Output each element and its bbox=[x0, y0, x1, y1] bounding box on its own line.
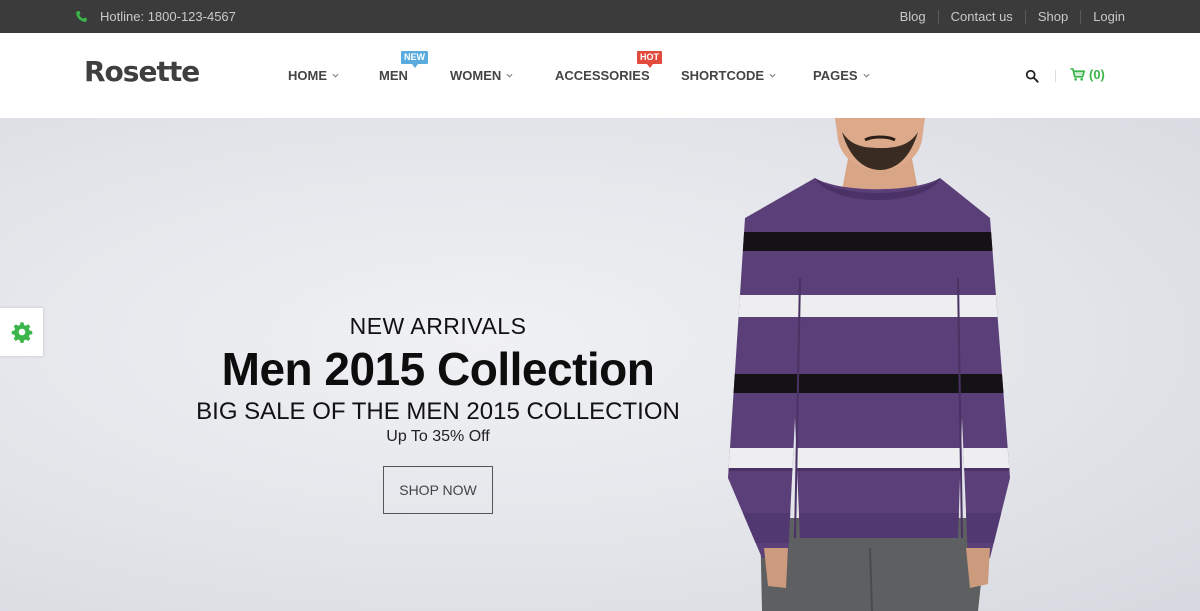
nav-label-accessories: ACCESSORIES bbox=[555, 68, 650, 83]
cart-icon bbox=[1070, 68, 1085, 81]
chevron-down-icon bbox=[332, 73, 339, 78]
hero-offer: Up To 35% Off bbox=[386, 428, 490, 445]
chevron-down-icon bbox=[506, 73, 513, 78]
model-image bbox=[728, 118, 1010, 611]
phone-icon bbox=[76, 10, 88, 22]
hotline-text: Hotline: 1800-123-4567 bbox=[100, 9, 236, 24]
gear-icon bbox=[11, 322, 32, 343]
settings-panel-toggle[interactable] bbox=[0, 308, 43, 356]
chevron-down-icon bbox=[769, 73, 776, 78]
nav-label-shortcode: SHORTCODE bbox=[681, 68, 765, 83]
hotline: Hotline: 1800-123-4567 bbox=[75, 0, 236, 33]
nav-item-accessories[interactable]: ACCESSORIES HOT bbox=[555, 51, 662, 83]
badge-new: NEW bbox=[401, 51, 428, 68]
nav-label-home: HOME bbox=[288, 68, 327, 83]
top-links: Blog Contact us Shop Login bbox=[888, 0, 1125, 33]
chevron-down-icon bbox=[863, 73, 870, 78]
nav-label-women: WOMEN bbox=[450, 68, 502, 83]
top-link-shop[interactable]: Shop bbox=[1024, 9, 1080, 24]
header-divider bbox=[1055, 70, 1056, 82]
nav-item-home[interactable]: HOME bbox=[288, 68, 339, 83]
hero-banner: NEW ARRIVALS Men 2015 Collection BIG SAL… bbox=[0, 118, 1200, 611]
search-icon[interactable] bbox=[1025, 69, 1039, 83]
nav-label-pages: PAGES bbox=[813, 68, 858, 83]
hero-eyebrow: NEW ARRIVALS bbox=[349, 313, 527, 339]
badge-hot: HOT bbox=[637, 51, 662, 68]
nav-item-women[interactable]: WOMEN bbox=[450, 68, 513, 83]
hero-title: Men 2015 Collection bbox=[221, 343, 655, 395]
top-link-blog[interactable]: Blog bbox=[888, 9, 938, 24]
cart-button[interactable]: (0) bbox=[1070, 67, 1105, 82]
cart-count: (0) bbox=[1089, 67, 1105, 82]
nav-label-men: MEN bbox=[379, 68, 408, 83]
shop-now-button[interactable]: SHOP NOW bbox=[383, 466, 493, 514]
nav-item-men[interactable]: MEN NEW bbox=[379, 51, 428, 83]
logo[interactable]: Rosette bbox=[84, 55, 200, 88]
nav-item-shortcode[interactable]: SHORTCODE bbox=[681, 68, 776, 83]
top-link-login[interactable]: Login bbox=[1080, 9, 1125, 24]
hero-subtitle: BIG SALE OF THE MEN 2015 COLLECTION bbox=[196, 398, 680, 425]
nav-item-pages[interactable]: PAGES bbox=[813, 68, 870, 83]
hero-text: NEW ARRIVALS Men 2015 Collection BIG SAL… bbox=[188, 313, 688, 514]
main-header: Rosette HOME MEN NEW WOMEN ACCESSORIES H… bbox=[0, 33, 1200, 118]
top-bar: Hotline: 1800-123-4567 Blog Contact us S… bbox=[0, 0, 1200, 33]
top-link-contact[interactable]: Contact us bbox=[937, 9, 1025, 24]
